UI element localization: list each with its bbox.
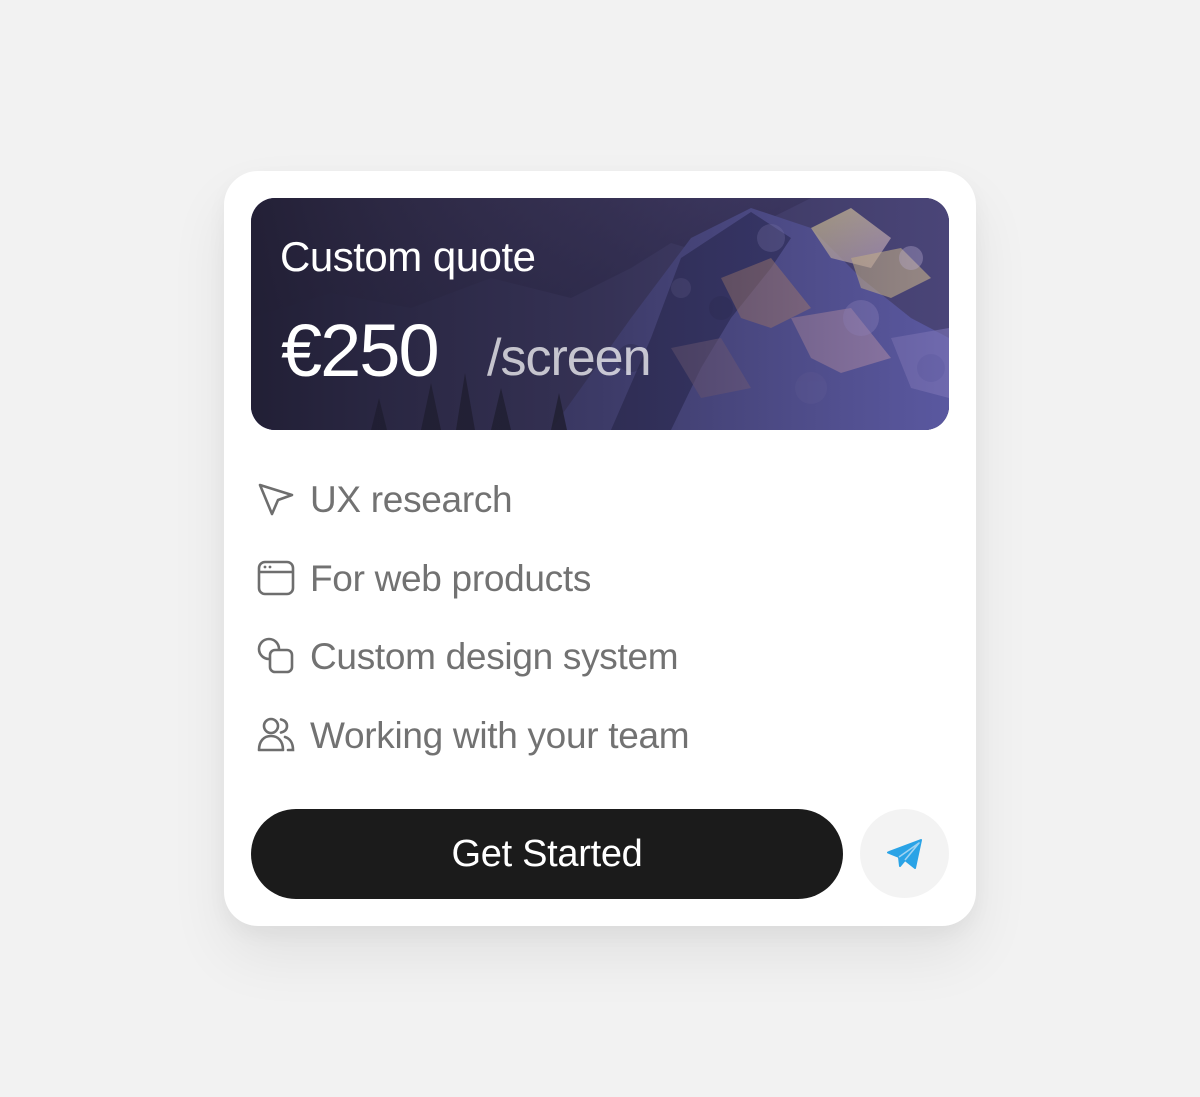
- telegram-send-icon: [886, 838, 922, 869]
- browser-window-icon: [257, 560, 295, 595]
- feature-label: Custom design system: [310, 636, 679, 677]
- feature-list: UX research For web products Custom desi…: [257, 478, 937, 792]
- plan-title: Custom quote: [280, 233, 536, 280]
- overlapping-shapes-icon: [257, 637, 294, 674]
- cursor-arrow-icon: [258, 483, 294, 516]
- pricing-hero-banner: Custom quote €250 /screen: [251, 198, 949, 430]
- feature-item: Working with your team: [257, 714, 937, 793]
- feature-item: For web products: [257, 557, 937, 636]
- pricing-card: Custom quote €250 /screen UX research Fo…: [224, 171, 976, 926]
- feature-label: UX research: [310, 479, 513, 520]
- plan-price-unit: /screen: [487, 329, 652, 387]
- feature-item: UX research: [257, 478, 937, 557]
- feature-label: For web products: [310, 557, 592, 599]
- feature-label: Working with your team: [310, 714, 690, 756]
- feature-item: Custom design system: [257, 635, 937, 714]
- telegram-button[interactable]: [860, 809, 949, 898]
- get-started-button[interactable]: Get Started: [251, 809, 843, 899]
- plan-price: €250: [281, 309, 440, 392]
- users-icon: [257, 717, 295, 751]
